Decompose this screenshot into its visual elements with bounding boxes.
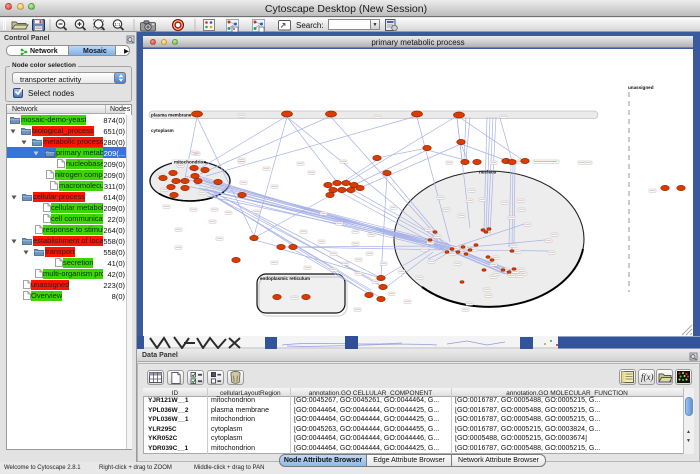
svg-text:plasma membrane: plasma membrane [151, 113, 192, 118]
svg-text:endoplasmic reticulum: endoplasmic reticulum [260, 276, 310, 281]
svg-text:nucleus: nucleus [479, 170, 497, 175]
svg-text:unassigned: unassigned [628, 85, 654, 90]
svg-text:1:1: 1:1 [114, 22, 121, 27]
svg-text:cytoplasm: cytoplasm [151, 128, 174, 133]
